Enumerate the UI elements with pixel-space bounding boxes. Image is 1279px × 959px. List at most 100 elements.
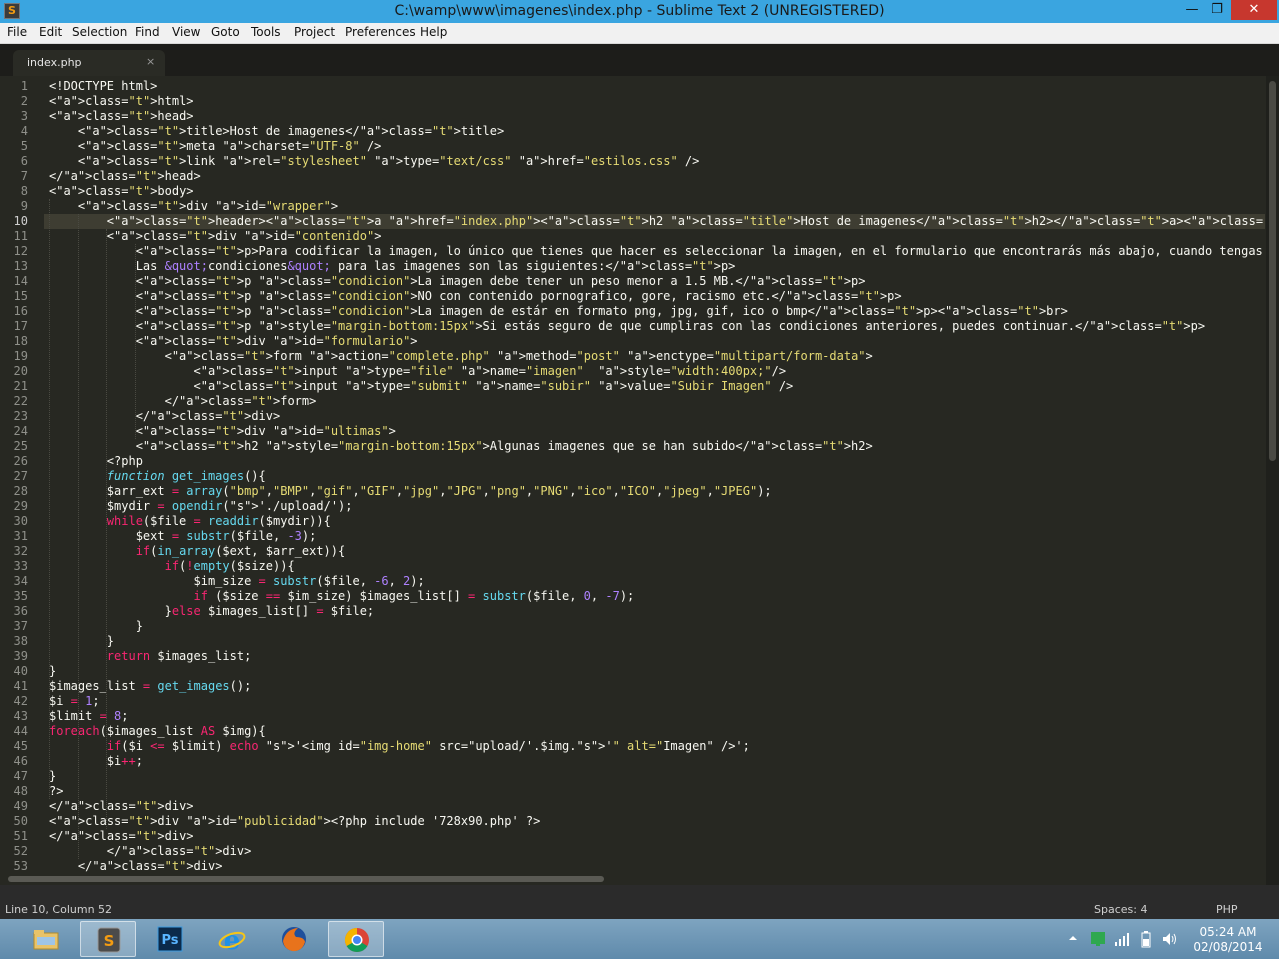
code-line[interactable]: <"a">class="t">div "a">id="formulario"> — [49, 334, 418, 349]
code-line[interactable]: return $images_list; — [49, 649, 252, 664]
clock-time: 05:24 AM — [1199, 925, 1257, 939]
taskbar-chrome[interactable] — [328, 921, 384, 957]
code-line[interactable]: <"a">class="t">input "a">type="file" "a"… — [49, 364, 786, 379]
line-number: 45 — [13, 739, 28, 753]
svg-text:S: S — [104, 932, 115, 950]
code-line[interactable]: <"a">class="t">title>Host de imagenes</"… — [49, 124, 504, 139]
clock-date: 02/08/2014 — [1193, 940, 1263, 954]
horizontal-scroll-thumb[interactable] — [8, 876, 604, 882]
menu-project[interactable]: Project — [294, 25, 335, 39]
code-line[interactable]: </"a">class="t">div> — [49, 844, 252, 859]
code-area[interactable]: <!DOCTYPE html> <"a">class="t">html> <"a">… — [49, 79, 1265, 885]
code-line[interactable]: $limit = 8; — [49, 709, 129, 724]
code-line[interactable]: } — [49, 769, 56, 784]
maximize-button[interactable]: ❐ — [1205, 0, 1229, 20]
horizontal-scrollbar[interactable] — [0, 874, 1266, 885]
taskbar-clock[interactable]: 05:24 AM 02/08/2014 — [1188, 925, 1268, 955]
code-line[interactable]: <"a">class="t">form "a">action="complete… — [49, 349, 873, 364]
code-line[interactable]: }else $images_list[] = $file; — [49, 604, 375, 619]
code-line[interactable]: </"a">class="t">head> — [49, 169, 201, 184]
code-line[interactable]: if ($size == $im_size) $images_list[] = … — [49, 589, 635, 604]
line-number: 20 — [13, 364, 28, 378]
menu-view[interactable]: View — [172, 25, 200, 39]
tab-index-php[interactable]: index.php × — [13, 50, 165, 76]
taskbar-file-explorer[interactable] — [18, 921, 74, 957]
menu-preferences[interactable]: Preferences — [345, 25, 416, 39]
code-line[interactable]: $i++; — [49, 754, 143, 769]
code-line[interactable]: if(in_array($ext, $arr_ext)){ — [49, 544, 346, 559]
code-line[interactable]: function get_images(){ — [49, 469, 266, 484]
code-line[interactable]: <!DOCTYPE html> — [49, 79, 157, 94]
code-line[interactable]: <"a">class="t">p>Para codificar la image… — [49, 244, 1265, 259]
code-line[interactable]: ?> — [49, 784, 63, 799]
code-line[interactable]: <"a">class="t">p "a">class="condicion">L… — [49, 274, 866, 289]
code-line[interactable]: <"a">class="t">link "a">rel="stylesheet"… — [49, 154, 699, 169]
code-line[interactable]: <"a">class="t">div "a">id="contenido"> — [49, 229, 382, 244]
code-line[interactable]: <"a">class="t">header><"a">class="t">a "… — [49, 214, 1265, 229]
code-line[interactable]: } — [49, 634, 114, 649]
code-line[interactable]: } — [49, 664, 56, 679]
code-line[interactable]: <"a">class="t">p "a">class="condicion">N… — [49, 289, 902, 304]
minimize-button[interactable]: — — [1180, 0, 1204, 20]
tab-close-icon[interactable]: × — [146, 55, 155, 68]
code-line[interactable]: </"a">class="t">form> — [49, 394, 317, 409]
volume-icon[interactable] — [1161, 931, 1177, 947]
code-line[interactable]: </"a">class="t">div> — [49, 799, 194, 814]
menu-tools[interactable]: Tools — [251, 25, 281, 39]
code-line[interactable]: <"a">class="t">meta "a">charset="UTF-8" … — [49, 139, 382, 154]
line-number: 51 — [13, 829, 28, 843]
line-number: 43 — [13, 709, 28, 723]
taskbar-internet-explorer[interactable]: e — [204, 921, 260, 957]
show-hidden-icons-icon[interactable] — [1068, 933, 1078, 943]
vertical-scroll-thumb[interactable] — [1269, 81, 1276, 461]
code-line[interactable]: <"a">class="t">div "a">id="ultimas"> — [49, 424, 396, 439]
menu-edit[interactable]: Edit — [39, 25, 62, 39]
code-line[interactable]: $mydir = opendir("s">'./upload/'); — [49, 499, 353, 514]
menu-help[interactable]: Help — [420, 25, 447, 39]
title-bar[interactable]: S C:\wamp\www\imagenes\index.php - Subli… — [0, 0, 1279, 23]
code-line[interactable]: <"a">class="t">h2 "a">style="margin-bott… — [49, 439, 873, 454]
code-line[interactable]: </"a">class="t">div> — [49, 829, 194, 844]
code-line[interactable]: </"a">class="t">div> — [49, 409, 281, 424]
line-number: 25 — [13, 439, 28, 453]
vertical-scrollbar[interactable] — [1266, 76, 1279, 885]
taskbar-photoshop[interactable]: Ps — [142, 921, 198, 957]
taskbar-sublime-text[interactable]: S — [80, 921, 136, 957]
code-line[interactable]: <"a">class="t">div "a">id="wrapper"> — [49, 199, 338, 214]
code-line[interactable]: while($file = readdir($mydir)){ — [49, 514, 331, 529]
close-button[interactable]: ✕ — [1231, 0, 1277, 20]
line-number: 40 — [13, 664, 28, 678]
code-line[interactable]: <"a">class="t">input "a">type="submit" "… — [49, 379, 793, 394]
code-line[interactable]: <"a">class="t">p "a">class="condicion">L… — [49, 304, 1068, 319]
network-status-icon[interactable] — [1090, 931, 1106, 947]
menu-selection[interactable]: Selection — [72, 25, 127, 39]
code-line[interactable]: <"a">class="t">div "a">id="publicidad"><… — [49, 814, 540, 829]
code-line[interactable]: if(!empty($size)){ — [49, 559, 295, 574]
taskbar-firefox[interactable] — [266, 921, 322, 957]
code-line[interactable]: $images_list = get_images(); — [49, 679, 251, 694]
code-line[interactable]: <"a">class="t">body> — [49, 184, 194, 199]
indentation-setting[interactable]: Spaces: 4 — [1094, 903, 1147, 916]
code-line[interactable]: $i = 1; — [49, 694, 100, 709]
signal-bars-icon[interactable] — [1114, 931, 1130, 947]
code-line[interactable]: foreach($images_list AS $img){ — [49, 724, 266, 739]
code-line[interactable]: $ext = substr($file, -3); — [49, 529, 317, 544]
code-line[interactable]: <?php — [49, 454, 143, 469]
code-editor[interactable]: 1 2 3 4 5 6 7 8 9 10 11 12 13 14 15 16 17 18 19 20 21 22 23 24 2… — [0, 76, 1279, 885]
syntax-mode[interactable]: PHP — [1216, 903, 1238, 916]
system-tray: 05:24 AM 02/08/2014 — [1068, 919, 1279, 959]
code-line[interactable]: <"a">class="t">head> — [49, 109, 194, 124]
code-line[interactable]: } — [49, 619, 143, 634]
code-line[interactable]: Las &quot;condiciones&quot; para las ima… — [49, 259, 736, 274]
power-icon[interactable] — [1138, 930, 1154, 948]
code-line[interactable]: <"a">class="t">html> — [49, 94, 194, 109]
line-number: 24 — [13, 424, 28, 438]
menu-file[interactable]: File — [7, 25, 27, 39]
code-line[interactable]: $arr_ext = array("bmp","BMP","gif","GIF"… — [49, 484, 772, 499]
line-number: 38 — [13, 634, 28, 648]
code-line[interactable]: </"a">class="t">div> — [49, 859, 223, 874]
menu-goto[interactable]: Goto — [211, 25, 240, 39]
code-line[interactable]: if($i <= $limit) echo "s">'<img id="img-… — [49, 739, 750, 754]
menu-find[interactable]: Find — [135, 25, 160, 39]
code-line[interactable]: <"a">class="t">p "a">style="margin-botto… — [49, 319, 1205, 334]
